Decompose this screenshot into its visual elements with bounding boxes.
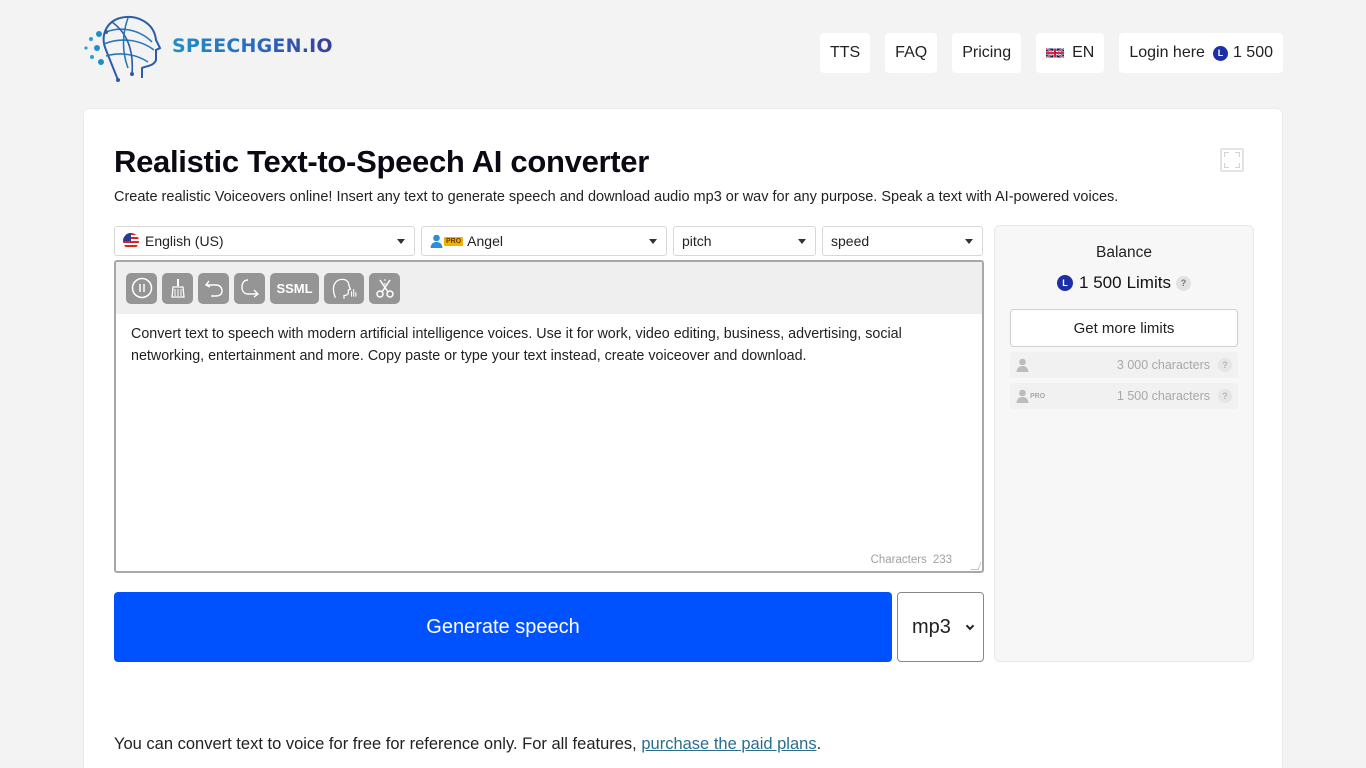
ai-head-network-icon xyxy=(84,16,162,82)
undo-button[interactable] xyxy=(198,272,229,304)
limit-row-free: 3 000 characters ? xyxy=(1010,352,1238,378)
pro-user-icon: PRO xyxy=(430,234,464,248)
language-label: EN xyxy=(1072,44,1095,61)
balance-amount: L 1 500 Limits ? xyxy=(995,273,1253,293)
limit-value: 3 000 characters xyxy=(1116,358,1210,372)
nav-faq[interactable]: FAQ xyxy=(885,33,938,73)
chevron-down-icon xyxy=(965,621,975,631)
cut-button[interactable] xyxy=(369,272,400,304)
language-value: English (US) xyxy=(145,233,224,249)
login-button[interactable]: Login here L 1 500 xyxy=(1119,33,1283,73)
pro-badge: PRO xyxy=(444,236,464,246)
character-counter-label: Characters xyxy=(870,554,927,566)
editor-toolbar: SSML xyxy=(116,262,982,314)
balance-title: Balance xyxy=(1095,244,1152,261)
caret-down-icon xyxy=(649,239,657,244)
nav-pricing[interactable]: Pricing xyxy=(952,33,1022,73)
limit-row-pro: PRO 1 500 characters ? xyxy=(1010,383,1238,409)
nav-faq-label: FAQ xyxy=(895,44,928,61)
help-icon[interactable]: ? xyxy=(1218,389,1232,403)
fullscreen-icon[interactable] xyxy=(1220,148,1244,172)
brand-name: SPEECHGEN.IO xyxy=(172,35,333,57)
nav-tts[interactable]: TTS xyxy=(819,33,871,73)
language-switcher[interactable]: EN xyxy=(1036,33,1105,73)
user-icon xyxy=(1016,358,1029,372)
get-more-limits-button[interactable]: Get more limits xyxy=(1010,309,1238,347)
footnote: You can convert text to voice for free f… xyxy=(114,735,821,754)
logo[interactable]: SPEECHGEN.IO xyxy=(82,12,333,84)
character-counter-value: 233 xyxy=(932,554,952,566)
pro-user-icon: PRO xyxy=(1016,389,1045,403)
pitch-select[interactable]: pitch xyxy=(673,226,816,256)
purchase-plans-link[interactable]: purchase the paid plans xyxy=(641,735,816,753)
generate-speech-button[interactable]: Generate speech xyxy=(114,592,892,662)
voice-select[interactable]: PRO Angel xyxy=(421,226,667,256)
footnote-end: . xyxy=(816,735,822,753)
balance-panel: Balance L 1 500 Limits ? Get more limits… xyxy=(994,225,1254,662)
nav-tts-label: TTS xyxy=(829,44,861,61)
undo-icon xyxy=(204,280,223,297)
balance-value: 1 500 xyxy=(1079,273,1122,292)
page-subtitle: Create realistic Voiceovers online! Inse… xyxy=(114,189,1119,205)
voice-effects-button[interactable] xyxy=(324,272,364,304)
speed-value: speed xyxy=(831,233,870,249)
login-balance: 1 500 xyxy=(1232,44,1273,61)
balance-unit: Limits xyxy=(1126,273,1171,292)
format-value: mp3 xyxy=(912,615,951,638)
top-nav: TTS FAQ Pricing EN Login here L 1 500 xyxy=(819,33,1283,73)
caret-down-icon xyxy=(397,239,405,244)
head-voice-icon xyxy=(332,278,357,299)
format-select[interactable]: mp3 xyxy=(897,592,984,662)
language-select[interactable]: English (US) xyxy=(114,226,415,256)
limits-coin-icon: L xyxy=(1212,45,1228,61)
speed-select[interactable]: speed xyxy=(822,226,983,256)
pause-button[interactable] xyxy=(126,272,157,304)
limits-coin-icon: L xyxy=(1057,275,1074,291)
login-label: Login here xyxy=(1129,44,1205,61)
limit-value: 1 500 characters xyxy=(1116,389,1210,403)
ssml-label: SSML xyxy=(276,280,313,296)
pitch-value: pitch xyxy=(682,233,712,249)
us-flag-icon xyxy=(123,233,139,249)
broom-icon xyxy=(170,279,185,298)
redo-icon xyxy=(240,279,259,298)
redo-button[interactable] xyxy=(234,272,265,304)
clear-button[interactable] xyxy=(162,272,193,304)
voice-value: Angel xyxy=(467,233,503,249)
caret-down-icon xyxy=(965,239,973,244)
uk-flag-icon xyxy=(1046,47,1065,59)
scissors-icon xyxy=(375,279,394,298)
text-editor: SSML Convert text to speech with modern … xyxy=(114,260,984,573)
character-counter: Characters 233 xyxy=(871,554,952,566)
pause-icon xyxy=(131,277,152,299)
resize-handle[interactable] xyxy=(970,562,982,570)
page-title: Realistic Text-to-Speech AI converter xyxy=(114,144,650,179)
footnote-text: You can convert text to voice for free f… xyxy=(114,735,642,753)
pro-badge: PRO xyxy=(1030,392,1046,400)
help-icon[interactable]: ? xyxy=(1218,358,1232,372)
help-icon[interactable]: ? xyxy=(1175,275,1191,291)
ssml-button[interactable]: SSML xyxy=(270,272,319,304)
nav-pricing-label: Pricing xyxy=(962,44,1012,61)
text-input[interactable]: Convert text to speech with modern artif… xyxy=(116,314,982,564)
caret-down-icon xyxy=(798,239,806,244)
tts-card: Realistic Text-to-Speech AI converter Cr… xyxy=(83,108,1283,768)
